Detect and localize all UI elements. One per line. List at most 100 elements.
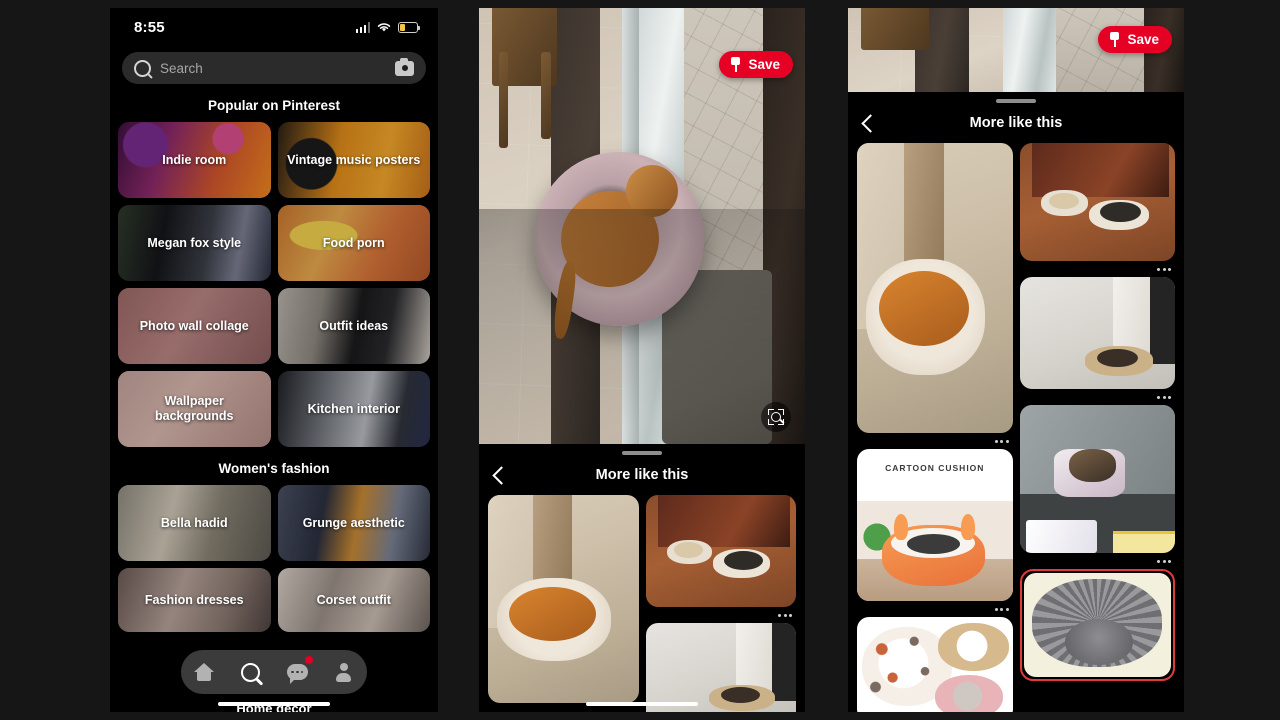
sheet-header: More like this xyxy=(848,103,1184,143)
tile-fashion-dresses[interactable]: Fashion dresses xyxy=(118,568,271,632)
tile-label: Kitchen interior xyxy=(307,401,400,416)
tile-outfit-ideas[interactable]: Outfit ideas xyxy=(277,288,430,364)
pin-card-selected[interactable] xyxy=(1019,569,1175,681)
tile-grid-womens-fashion: Bella hadid Grunge aesthetic Fashion dre… xyxy=(110,485,438,632)
pin-orange-cat-in-bed[interactable] xyxy=(488,495,639,703)
pin-card[interactable] xyxy=(488,495,639,703)
visual-search-icon[interactable] xyxy=(761,402,791,432)
pin-overflow-menu[interactable] xyxy=(857,433,1013,449)
pin-overflow-menu[interactable] xyxy=(857,601,1013,617)
home-indicator[interactable] xyxy=(218,702,330,706)
person-icon xyxy=(335,663,353,682)
more-like-this-sheet: More like this xyxy=(479,444,805,712)
related-column-left: CARTOON CUSHION xyxy=(857,143,1013,712)
pin-grey-fluffy-bed[interactable] xyxy=(1023,573,1171,677)
sheet-title: More like this xyxy=(595,467,689,483)
pin-puppy-in-hallway-bed[interactable] xyxy=(645,623,796,712)
chat-bubble-icon xyxy=(286,664,308,684)
search-placeholder: Search xyxy=(160,60,203,76)
tile-label: Fashion dresses xyxy=(144,592,244,607)
more-like-this-sheet: More like this xyxy=(848,92,1184,712)
status-icons xyxy=(355,21,420,33)
pin-orange-cat-in-bed[interactable] xyxy=(857,143,1013,433)
status-bar: 8:55 xyxy=(110,8,438,46)
nav-home-button[interactable] xyxy=(187,655,221,689)
related-column-right xyxy=(645,495,797,712)
wifi-icon xyxy=(377,23,391,32)
home-indicator[interactable] xyxy=(586,702,698,706)
tile-photo-wall-collage[interactable]: Photo wall collage xyxy=(118,288,271,364)
save-button[interactable]: Save xyxy=(1098,26,1172,53)
pin-paw-print-bed-collage[interactable] xyxy=(857,617,1013,712)
signal-bars-icon xyxy=(355,21,370,33)
tile-label: Photo wall collage xyxy=(139,318,249,333)
search-input[interactable]: Search xyxy=(122,52,426,84)
tile-vintage-music-posters[interactable]: Vintage music posters xyxy=(277,122,430,198)
pin-caption: CARTOON CUSHION xyxy=(885,462,985,473)
tile-megan-fox-style[interactable]: Megan fox style xyxy=(118,205,271,281)
tile-label: Megan fox style xyxy=(147,235,242,250)
related-column-right xyxy=(1019,143,1176,712)
tile-wallpaper-backgrounds[interactable]: Wallpaper backgrounds xyxy=(118,371,271,447)
pin-overflow-menu[interactable] xyxy=(1020,553,1176,569)
tile-label: Vintage music posters xyxy=(287,152,421,167)
sheet-title: More like this xyxy=(969,115,1063,131)
pin-card[interactable] xyxy=(1019,277,1176,405)
unread-badge xyxy=(305,656,314,664)
battery-low-icon xyxy=(398,21,420,33)
tile-label: Bella hadid xyxy=(160,515,228,530)
pin-card[interactable] xyxy=(1019,405,1176,569)
pin-overflow-menu[interactable] xyxy=(1020,389,1176,405)
phone-panel-search: 8:55 Search Popular on Pinterest Indie r… xyxy=(110,8,438,712)
pin-hero-image[interactable]: Save xyxy=(848,8,1184,92)
tile-corset-outfit[interactable]: Corset outfit xyxy=(277,568,430,632)
pin-hero-image[interactable]: Save xyxy=(479,8,805,444)
phone-panel-pin-detail-scrolled: Save More like this CARTOON CUSHION xyxy=(848,8,1184,712)
pin-card[interactable] xyxy=(645,623,796,712)
section-title-popular: Popular on Pinterest xyxy=(207,98,341,113)
nav-profile-button[interactable] xyxy=(327,655,361,689)
tile-grunge-aesthetic[interactable]: Grunge aesthetic xyxy=(277,485,430,561)
save-button-label: Save xyxy=(1127,32,1159,47)
related-pins-grid xyxy=(479,495,805,712)
pin-card[interactable] xyxy=(1019,143,1176,277)
tile-label: Wallpaper backgrounds xyxy=(155,394,234,423)
pin-two-dogs-in-beds[interactable] xyxy=(1019,143,1175,261)
pin-card[interactable]: CARTOON CUSHION xyxy=(857,449,1013,617)
nav-search-button[interactable] xyxy=(234,655,268,689)
pin-terrier-in-purple-bed[interactable] xyxy=(1019,405,1175,553)
save-button[interactable]: Save xyxy=(719,51,793,78)
nav-messages-button[interactable] xyxy=(280,655,314,689)
search-icon xyxy=(134,59,151,77)
related-column-left xyxy=(488,495,639,712)
tile-label: Food porn xyxy=(322,235,385,250)
save-button-label: Save xyxy=(748,57,780,72)
search-icon xyxy=(241,662,261,682)
pin-cartoon-cushion-product[interactable]: CARTOON CUSHION xyxy=(857,449,1013,601)
tile-indie-room[interactable]: Indie room xyxy=(118,122,271,198)
tile-food-porn[interactable]: Food porn xyxy=(277,205,430,281)
pin-card[interactable] xyxy=(857,143,1013,449)
pin-card[interactable] xyxy=(645,495,797,623)
status-clock: 8:55 xyxy=(134,18,165,36)
pin-puppy-in-hallway-bed[interactable] xyxy=(1019,277,1175,389)
tile-grid-popular: Indie room Vintage music posters Megan f… xyxy=(110,122,438,447)
tile-label: Grunge aesthetic xyxy=(302,515,405,530)
bottom-nav-bar xyxy=(181,650,367,694)
pin-card[interactable] xyxy=(857,617,1013,712)
pin-two-dogs-in-beds[interactable] xyxy=(645,495,796,607)
tile-bella-hadid[interactable]: Bella hadid xyxy=(118,485,271,561)
section-title-womens-fashion: Women's fashion xyxy=(218,461,330,476)
camera-icon[interactable] xyxy=(395,57,414,76)
pin-overflow-menu[interactable] xyxy=(646,607,797,623)
pushpin-icon xyxy=(1108,32,1121,47)
phone-panel-pin-detail: Save More like this xyxy=(479,8,805,712)
sheet-header: More like this xyxy=(479,455,805,495)
tile-kitchen-interior[interactable]: Kitchen interior xyxy=(277,371,430,447)
pushpin-icon xyxy=(729,57,742,72)
home-icon xyxy=(194,663,215,681)
screenshot-stage: 8:55 Search Popular on Pinterest Indie r… xyxy=(0,0,1280,720)
pin-overflow-menu[interactable] xyxy=(1020,261,1176,277)
tile-label: Corset outfit xyxy=(316,592,391,607)
tile-label: Outfit ideas xyxy=(319,318,389,333)
